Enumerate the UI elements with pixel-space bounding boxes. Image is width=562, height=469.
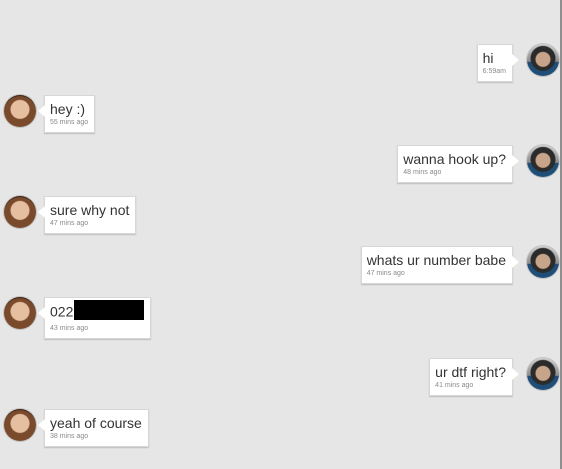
message-text: whats ur number babe: [366, 252, 506, 268]
recipient-avatar[interactable]: [4, 297, 36, 329]
outgoing-message-bubble: ur dtf right? 41 mins ago: [429, 358, 519, 396]
message-timestamp: 38 mins ago: [50, 433, 89, 440]
message-timestamp: 43 mins ago: [50, 325, 89, 332]
redaction-block: [74, 300, 145, 320]
message-timestamp: 6:59am: [482, 68, 506, 75]
outgoing-message-bubble: wanna hook up? 48 mins ago: [397, 145, 519, 183]
sender-avatar[interactable]: [527, 246, 559, 278]
message-text-visible: 022: [50, 303, 74, 320]
message-text: hi: [482, 50, 494, 66]
message-timestamp: 48 mins ago: [403, 169, 442, 176]
message-timestamp: 55 mins ago: [50, 119, 89, 126]
outgoing-message-bubble: hi 6:59am: [476, 44, 520, 82]
message-timestamp: 41 mins ago: [435, 382, 474, 389]
incoming-message-bubble: hey :) 55 mins ago: [37, 95, 96, 133]
message-text: 022: [50, 300, 145, 323]
incoming-message-bubble: 022 43 mins ago: [37, 297, 152, 339]
sender-avatar[interactable]: [527, 44, 559, 76]
sender-avatar[interactable]: [527, 358, 559, 390]
outgoing-message-bubble: whats ur number babe 47 mins ago: [360, 246, 520, 284]
message-text: sure why not: [50, 202, 130, 218]
recipient-avatar[interactable]: [4, 196, 36, 228]
recipient-avatar[interactable]: [4, 409, 36, 441]
incoming-message-bubble: sure why not 47 mins ago: [37, 196, 137, 234]
message-text: yeah of course: [50, 415, 142, 431]
sender-avatar[interactable]: [527, 145, 559, 177]
message-text: wanna hook up?: [403, 151, 506, 167]
message-timestamp: 47 mins ago: [50, 220, 89, 227]
recipient-avatar[interactable]: [4, 95, 36, 127]
message-text: hey :): [50, 101, 86, 117]
message-text: ur dtf right?: [435, 364, 506, 380]
message-timestamp: 47 mins ago: [366, 270, 405, 277]
incoming-message-bubble: yeah of course 38 mins ago: [38, 409, 149, 447]
